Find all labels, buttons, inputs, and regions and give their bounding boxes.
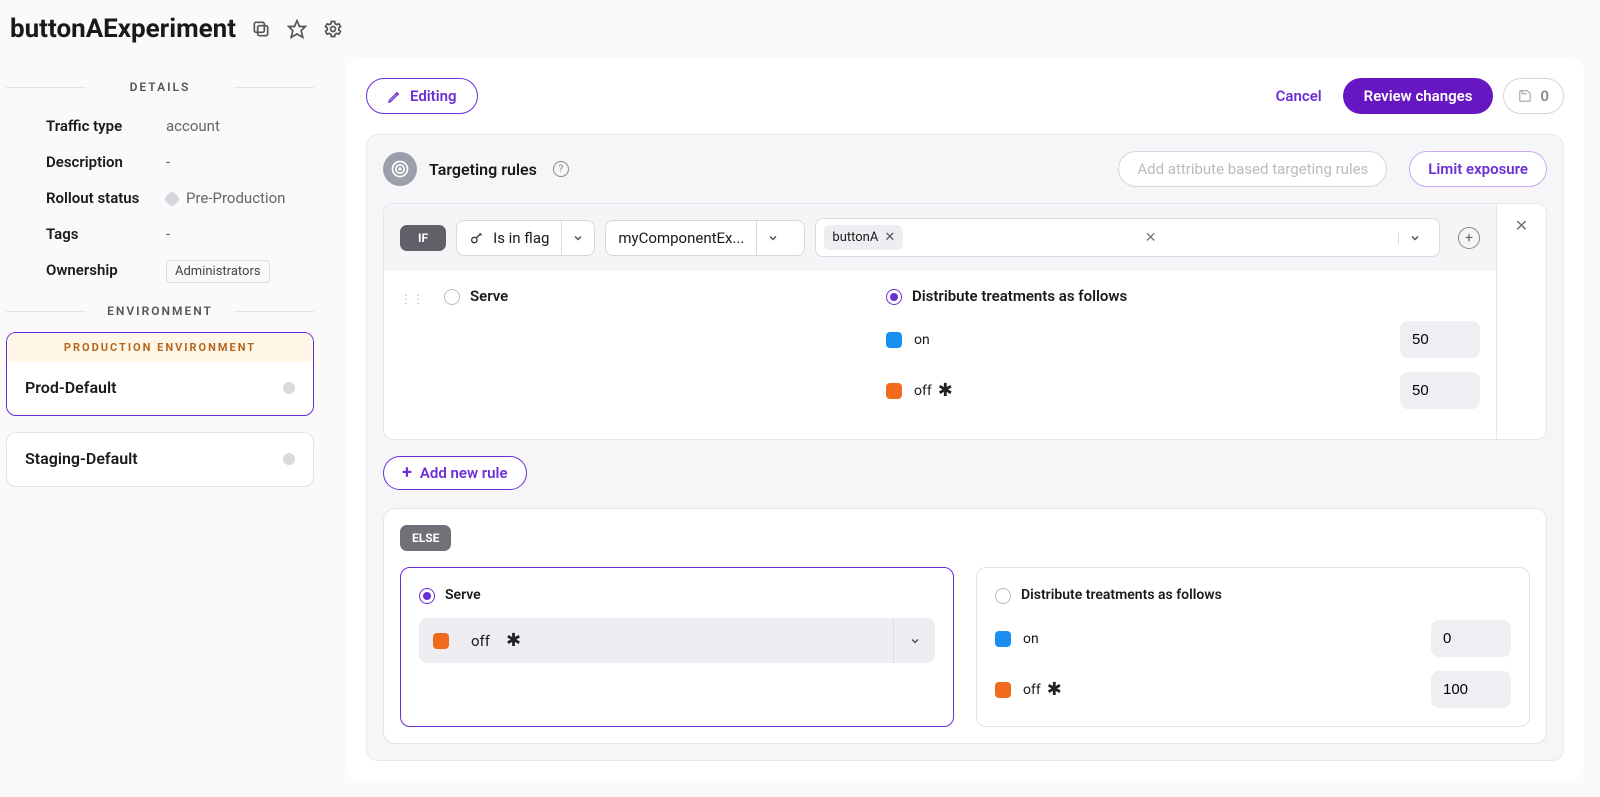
help-icon[interactable]: ? (553, 161, 569, 177)
asterisk-icon: ✱ (1047, 679, 1062, 700)
env-card-staging[interactable]: Staging-Default (6, 432, 314, 487)
add-attribute-rules-button[interactable]: Add attribute based targeting rules (1118, 151, 1387, 187)
env-card-prod[interactable]: PRODUCTION ENVIRONMENT Prod-Default (6, 332, 314, 416)
asterisk-icon: ✱ (506, 630, 521, 651)
else-serve-radio[interactable] (419, 588, 435, 604)
color-swatch-off (995, 682, 1011, 698)
copy-icon[interactable] (250, 18, 272, 40)
review-changes-button[interactable]: Review changes (1343, 78, 1494, 114)
treatment-row-off: off ✱ (886, 372, 1480, 409)
target-icon (383, 152, 417, 186)
else-serve-card[interactable]: Serve off ✱ (400, 567, 954, 727)
else-treatment-row-off: off ✱ (995, 671, 1511, 708)
percent-input-off[interactable] (1400, 372, 1480, 409)
color-swatch-on (995, 631, 1011, 647)
env-status-dot (283, 382, 295, 394)
treatment-chip-input[interactable]: buttonA ✕ ✕ (815, 218, 1440, 257)
star-icon[interactable] (286, 18, 308, 40)
flag-select[interactable]: myComponentEx... (605, 220, 805, 256)
else-serve-label: Serve (445, 587, 481, 603)
limit-exposure-button[interactable]: Limit exposure (1409, 151, 1547, 187)
env-name-prod: Prod-Default (25, 378, 117, 397)
treatment-row-on: on (886, 321, 1480, 358)
else-badge: ELSE (400, 525, 451, 551)
color-swatch-off (886, 383, 902, 399)
else-distribute-label: Distribute treatments as follows (1021, 587, 1222, 603)
chevron-down-icon[interactable] (756, 221, 789, 255)
else-serve-select[interactable]: off ✱ (419, 618, 935, 663)
traffic-type-value: account (166, 117, 220, 135)
serve-radio[interactable] (444, 289, 460, 305)
else-percent-input-off[interactable] (1431, 671, 1511, 708)
changes-count-button[interactable]: 0 (1503, 78, 1564, 114)
chip-remove-icon[interactable]: ✕ (884, 230, 895, 245)
env-status-dot (283, 453, 295, 465)
chevron-down-icon[interactable] (1398, 232, 1431, 244)
save-icon (1518, 89, 1532, 103)
page-title: buttonAExperiment (10, 14, 236, 44)
else-percent-input-on[interactable] (1431, 620, 1511, 657)
else-distribute-card[interactable]: Distribute treatments as follows on off … (976, 567, 1530, 727)
add-rule-button[interactable]: + Add new rule (383, 456, 527, 490)
rule-card: IF Is in flag m (383, 203, 1547, 440)
chevron-down-icon[interactable] (893, 618, 935, 663)
ownership-chip[interactable]: Administrators (166, 260, 270, 283)
env-head-prod: PRODUCTION ENVIRONMENT (7, 333, 313, 362)
drag-handle-icon[interactable]: ⋮⋮ (400, 292, 424, 306)
if-badge: IF (400, 225, 446, 251)
tags-value: - (166, 225, 170, 243)
distribute-label: Distribute treatments as follows (912, 287, 1127, 305)
delete-rule-icon[interactable]: ✕ (1515, 216, 1528, 235)
description-label: Description (46, 153, 166, 171)
distribute-radio[interactable] (886, 289, 902, 305)
rollout-value: Pre-Production (166, 189, 285, 207)
else-distribute-radio[interactable] (995, 588, 1011, 604)
add-condition-icon[interactable]: + (1458, 227, 1480, 249)
ownership-label: Ownership (46, 261, 166, 279)
traffic-type-label: Traffic type (46, 117, 166, 135)
color-swatch-off (433, 633, 449, 649)
targeting-title: Targeting rules (429, 160, 537, 179)
cancel-button[interactable]: Cancel (1255, 78, 1343, 114)
env-name-staging: Staging-Default (25, 449, 138, 468)
clear-icon[interactable]: ✕ (1135, 230, 1167, 246)
flag-icon (469, 230, 485, 246)
description-value: - (166, 153, 170, 171)
treatment-chip[interactable]: buttonA ✕ (824, 225, 903, 250)
condition-type-select[interactable]: Is in flag (456, 220, 595, 256)
rollout-label: Rollout status (46, 189, 166, 207)
else-treatment-row-on: on (995, 620, 1511, 657)
editing-button[interactable]: Editing (366, 78, 478, 114)
pencil-icon (387, 89, 402, 104)
percent-input-on[interactable] (1400, 321, 1480, 358)
tags-label: Tags (46, 225, 166, 243)
chevron-down-icon[interactable] (561, 221, 594, 255)
environment-section-header: ENVIRONMENT (6, 304, 314, 318)
color-swatch-on (886, 332, 902, 348)
details-section-header: DETAILS (6, 80, 314, 94)
gear-icon[interactable] (322, 18, 344, 40)
serve-label: Serve (470, 287, 508, 305)
asterisk-icon: ✱ (938, 380, 953, 401)
